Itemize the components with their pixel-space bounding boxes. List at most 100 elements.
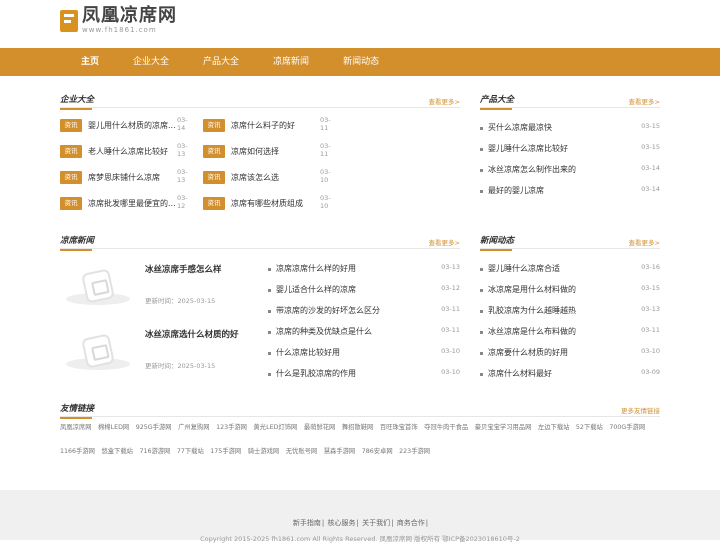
list-item[interactable]: 凉席什么材料最好 03-09 — [480, 368, 660, 380]
products-more-link[interactable]: 查看更多> — [629, 96, 660, 106]
company-item[interactable]: 资讯 凉席该怎么选 03-10 — [203, 168, 343, 185]
company-item-title[interactable]: 婴儿用什么材质的凉席... — [88, 120, 176, 132]
friend-link[interactable]: 700G手游网 — [609, 424, 645, 431]
company-item-title[interactable]: 凉席如何选择 — [231, 146, 319, 158]
friend-link[interactable]: 夺冠牛肉干食品 — [424, 424, 468, 431]
friend-link[interactable]: 百旺珠宝首饰 — [380, 424, 418, 431]
list-item-title[interactable]: 买什么凉席最凉快 — [488, 122, 552, 134]
friend-link[interactable]: 52下载站 — [576, 424, 603, 431]
list-item-title[interactable]: 冰丝凉席是什么布料做的 — [488, 326, 576, 338]
company-item-title[interactable]: 席梦思床铺什么凉席 — [88, 172, 176, 184]
friend-link[interactable]: 123手游网 — [216, 424, 247, 431]
footer-link-business[interactable]: 商务合作 — [397, 519, 425, 527]
friend-link[interactable]: 无忧账号网 — [286, 448, 317, 455]
list-item[interactable]: 乳胶凉席为什么越睡越热 03-13 — [480, 305, 660, 317]
company-item[interactable]: 资讯 凉席什么料子的好 03-11 — [203, 116, 343, 133]
list-item[interactable]: 冰凉席是用什么材料做的 03-15 — [480, 284, 660, 296]
friend-link[interactable]: 最萌鲜花网 — [304, 424, 335, 431]
list-item[interactable]: 婴儿适合什么样的凉席 03-12 — [268, 284, 460, 296]
list-item-title[interactable]: 凉席什么材料最好 — [488, 368, 552, 380]
nav-companies[interactable]: 企业大全 — [116, 48, 186, 76]
list-item[interactable]: 最好的婴儿凉席 03-14 — [480, 185, 660, 197]
list-item-title[interactable]: 婴儿睡什么凉席比较好 — [488, 143, 568, 155]
friend-link[interactable]: 1166手游网 — [60, 448, 95, 455]
news-card-title[interactable]: 冰丝凉席选什么材质的好 — [145, 328, 239, 340]
news-more-link[interactable]: 查看更多> — [629, 237, 660, 247]
list-item-title[interactable]: 乳胶凉席为什么越睡越热 — [488, 305, 576, 317]
list-item[interactable]: 冰丝凉席是什么布料做的 03-11 — [480, 326, 660, 338]
list-item[interactable]: 什么凉席比较好用 03-10 — [268, 347, 460, 359]
friend-link[interactable]: 凤凰凉席网 — [60, 424, 91, 431]
list-item-title[interactable]: 什么凉席比较好用 — [276, 347, 340, 359]
list-item-title[interactable]: 最好的婴儿凉席 — [488, 185, 544, 197]
list-item-title[interactable]: 婴儿睡什么凉席合适 — [488, 263, 560, 275]
friend-link[interactable]: 925G手游网 — [136, 424, 172, 431]
company-item[interactable]: 资讯 凉席批发哪里最便宜的... 03-12 — [60, 194, 200, 211]
mat-image-icon[interactable] — [60, 261, 135, 309]
list-item[interactable]: 婴儿睡什么凉席比较好 03-15 — [480, 143, 660, 155]
friend-link[interactable]: 716游游网 — [139, 448, 170, 455]
friend-link[interactable]: 175手游网 — [210, 448, 241, 455]
footer-link-guide[interactable]: 新手指南 — [293, 519, 321, 527]
list-item[interactable]: 凉席的种类及优缺点是什么 03-11 — [268, 326, 460, 338]
friend-link[interactable]: 慧森手游网 — [324, 448, 355, 455]
company-item-title[interactable]: 老人睡什么凉席比较好 — [88, 146, 176, 158]
company-item-title[interactable]: 凉席该怎么选 — [231, 172, 319, 184]
list-item[interactable]: 买什么凉席最凉快 03-15 — [480, 122, 660, 134]
friend-links-more-link[interactable]: 更多友情链接 — [621, 405, 660, 415]
footer-link-about[interactable]: 关于我们 — [362, 519, 390, 527]
list-item-title[interactable]: 带凉席的沙发的好坏怎么区分 — [276, 305, 380, 317]
site-logo[interactable]: 凤凰凉席网 www.fh1861.com — [60, 6, 177, 35]
list-item-title[interactable]: 什么是乳胶凉席的作用 — [276, 368, 356, 380]
list-item-title[interactable]: 冰丝凉席怎么制作出来的 — [488, 164, 576, 176]
company-item[interactable]: 资讯 老人睡什么凉席比较好 03-13 — [60, 142, 200, 159]
list-item[interactable]: 凉席要什么材质的好用 03-10 — [480, 347, 660, 359]
company-item[interactable]: 资讯 婴儿用什么材质的凉席... 03-14 — [60, 116, 200, 133]
company-item[interactable]: 资讯 凉席如何选择 03-11 — [203, 142, 343, 159]
mat-image-icon[interactable] — [60, 326, 135, 374]
companies-more-link[interactable]: 查看更多> — [429, 96, 460, 106]
news-card-title[interactable]: 冰丝凉席手感怎么样 — [145, 263, 222, 275]
company-item-date: 03-14 — [177, 116, 188, 132]
list-item-title[interactable]: 凉席要什么材质的好用 — [488, 347, 568, 359]
friend-link[interactable]: 广州复购网 — [178, 424, 209, 431]
nav-mat-news[interactable]: 凉席新闻 — [256, 48, 326, 76]
news-card[interactable]: 冰丝凉席手感怎么样 更新时间：2025-03-15 — [60, 259, 255, 319]
list-item[interactable]: 什么是乳胶凉席的作用 03-10 — [268, 368, 460, 380]
list-item-title[interactable]: 婴儿适合什么样的凉席 — [276, 284, 356, 296]
list-item[interactable]: 婴儿睡什么凉席合适 03-16 — [480, 263, 660, 275]
friend-link[interactable]: 223手游网 — [399, 448, 430, 455]
company-item-title[interactable]: 凉席什么料子的好 — [231, 120, 319, 132]
list-item[interactable]: 凉席凉席什么样的好用 03-13 — [268, 263, 460, 275]
list-item-title[interactable]: 冰凉席是用什么材料做的 — [488, 284, 576, 296]
bullet-icon — [268, 352, 271, 355]
friend-link[interactable]: 舞招散鞋网 — [342, 424, 373, 431]
footer-link-services[interactable]: 核心服务 — [328, 519, 356, 527]
company-item-title[interactable]: 凉席批发哪里最便宜的... — [88, 198, 176, 210]
company-item-date: 03-11 — [320, 142, 331, 158]
bullet-icon — [480, 268, 483, 271]
friend-link[interactable]: 黄光LED灯饰网 — [254, 424, 298, 431]
friend-link[interactable]: 骑士游戏网 — [248, 448, 279, 455]
list-item-date: 03-14 — [641, 164, 660, 172]
friend-link[interactable]: 悠盒下载站 — [101, 448, 132, 455]
list-item-title[interactable]: 凉席的种类及优缺点是什么 — [276, 326, 372, 338]
news-card[interactable]: 冰丝凉席选什么材质的好 更新时间：2025-03-15 — [60, 324, 255, 384]
friend-link[interactable]: 棉棉LED网 — [98, 424, 129, 431]
mat-news-more-link[interactable]: 查看更多> — [429, 237, 460, 247]
friend-link[interactable]: 左边下载站 — [538, 424, 569, 431]
nav-products[interactable]: 产品大全 — [186, 48, 256, 76]
list-item[interactable]: 带凉席的沙发的好坏怎么区分 03-11 — [268, 305, 460, 317]
company-item[interactable]: 资讯 席梦思床铺什么凉席 03-13 — [60, 168, 200, 185]
list-item-date: 03-11 — [641, 326, 660, 334]
list-item-title[interactable]: 凉席凉席什么样的好用 — [276, 263, 356, 275]
friend-link[interactable]: 豪贝宝宝学习用品网 — [475, 424, 532, 431]
friend-link[interactable]: 77下载站 — [177, 448, 204, 455]
nav-home[interactable]: 主页 — [64, 48, 116, 76]
friend-link[interactable]: 786安卓网 — [362, 448, 393, 455]
company-item[interactable]: 资讯 凉席有哪些材质组成 03-10 — [203, 194, 343, 211]
list-item[interactable]: 冰丝凉席怎么制作出来的 03-14 — [480, 164, 660, 176]
nav-news[interactable]: 新闻动态 — [326, 48, 396, 76]
company-item-title[interactable]: 凉席有哪些材质组成 — [231, 198, 319, 210]
news-card-time: 更新时间：2025-03-15 — [145, 297, 216, 305]
